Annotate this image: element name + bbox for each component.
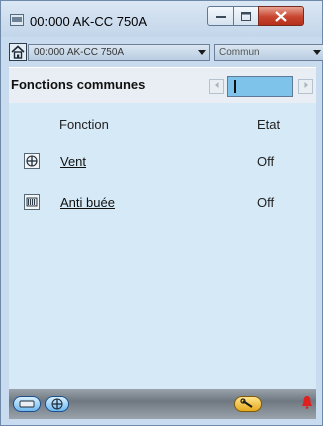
close-button[interactable] — [258, 6, 304, 26]
heater-glyph — [26, 197, 38, 207]
terminal-icon — [10, 14, 24, 26]
fan-glyph — [26, 155, 38, 167]
chevron-down-icon — [198, 50, 206, 55]
text-caret — [234, 80, 236, 93]
function-state: Off — [257, 154, 275, 169]
title-bar[interactable]: 00:000 AK-CC 750A — [1, 1, 322, 37]
list-item: Vent Off — [9, 150, 316, 174]
wrench-icon — [240, 398, 253, 408]
next-page-button[interactable] — [298, 79, 313, 94]
chevron-left-icon — [214, 82, 218, 88]
section-header: Fonctions communes — [9, 67, 316, 104]
page-title: Fonctions communes — [11, 77, 146, 92]
group-select-value: Commun — [219, 47, 260, 58]
connector-icon — [19, 400, 35, 408]
home-icon — [11, 45, 25, 59]
chevron-down-icon — [313, 50, 321, 55]
minimize-icon — [215, 16, 226, 18]
maximize-button[interactable] — [233, 6, 259, 26]
close-icon — [275, 10, 287, 22]
window-title: 00:000 AK-CC 750A — [30, 14, 148, 29]
minimize-button[interactable] — [207, 6, 234, 26]
function-link-vent[interactable]: Vent — [60, 154, 86, 169]
footer-toolbar — [9, 389, 316, 419]
function-list: Fonction Etat Vent Off Anti buée Off — [9, 103, 316, 389]
column-header-function: Fonction — [59, 117, 109, 132]
fan-icon — [51, 398, 63, 410]
app-window: 00:000 AK-CC 750A 00:000 AK-CC 750A Comm… — [0, 0, 323, 426]
previous-page-button[interactable] — [209, 79, 224, 94]
device-select-value: 00:000 AK-CC 750A — [34, 47, 125, 58]
chevron-right-icon — [304, 82, 308, 88]
connector-button[interactable] — [13, 396, 41, 412]
alarm-bell-icon[interactable] — [301, 395, 313, 409]
toolbar: 00:000 AK-CC 750A Commun — [9, 38, 323, 64]
maximize-icon — [241, 11, 251, 21]
fan-icon[interactable] — [24, 153, 40, 169]
device-select[interactable]: 00:000 AK-CC 750A — [28, 44, 210, 61]
function-state: Off — [257, 195, 275, 210]
group-select[interactable]: Commun — [214, 44, 323, 61]
home-button[interactable] — [9, 43, 27, 61]
defrost-heater-icon[interactable] — [24, 194, 40, 210]
fan-button[interactable] — [45, 396, 69, 412]
page-number-input[interactable] — [227, 76, 293, 97]
service-button[interactable] — [234, 396, 262, 412]
column-header-state: Etat — [257, 117, 281, 132]
list-item: Anti buée Off — [9, 191, 316, 215]
function-link-anti-buee[interactable]: Anti buée — [60, 195, 115, 210]
